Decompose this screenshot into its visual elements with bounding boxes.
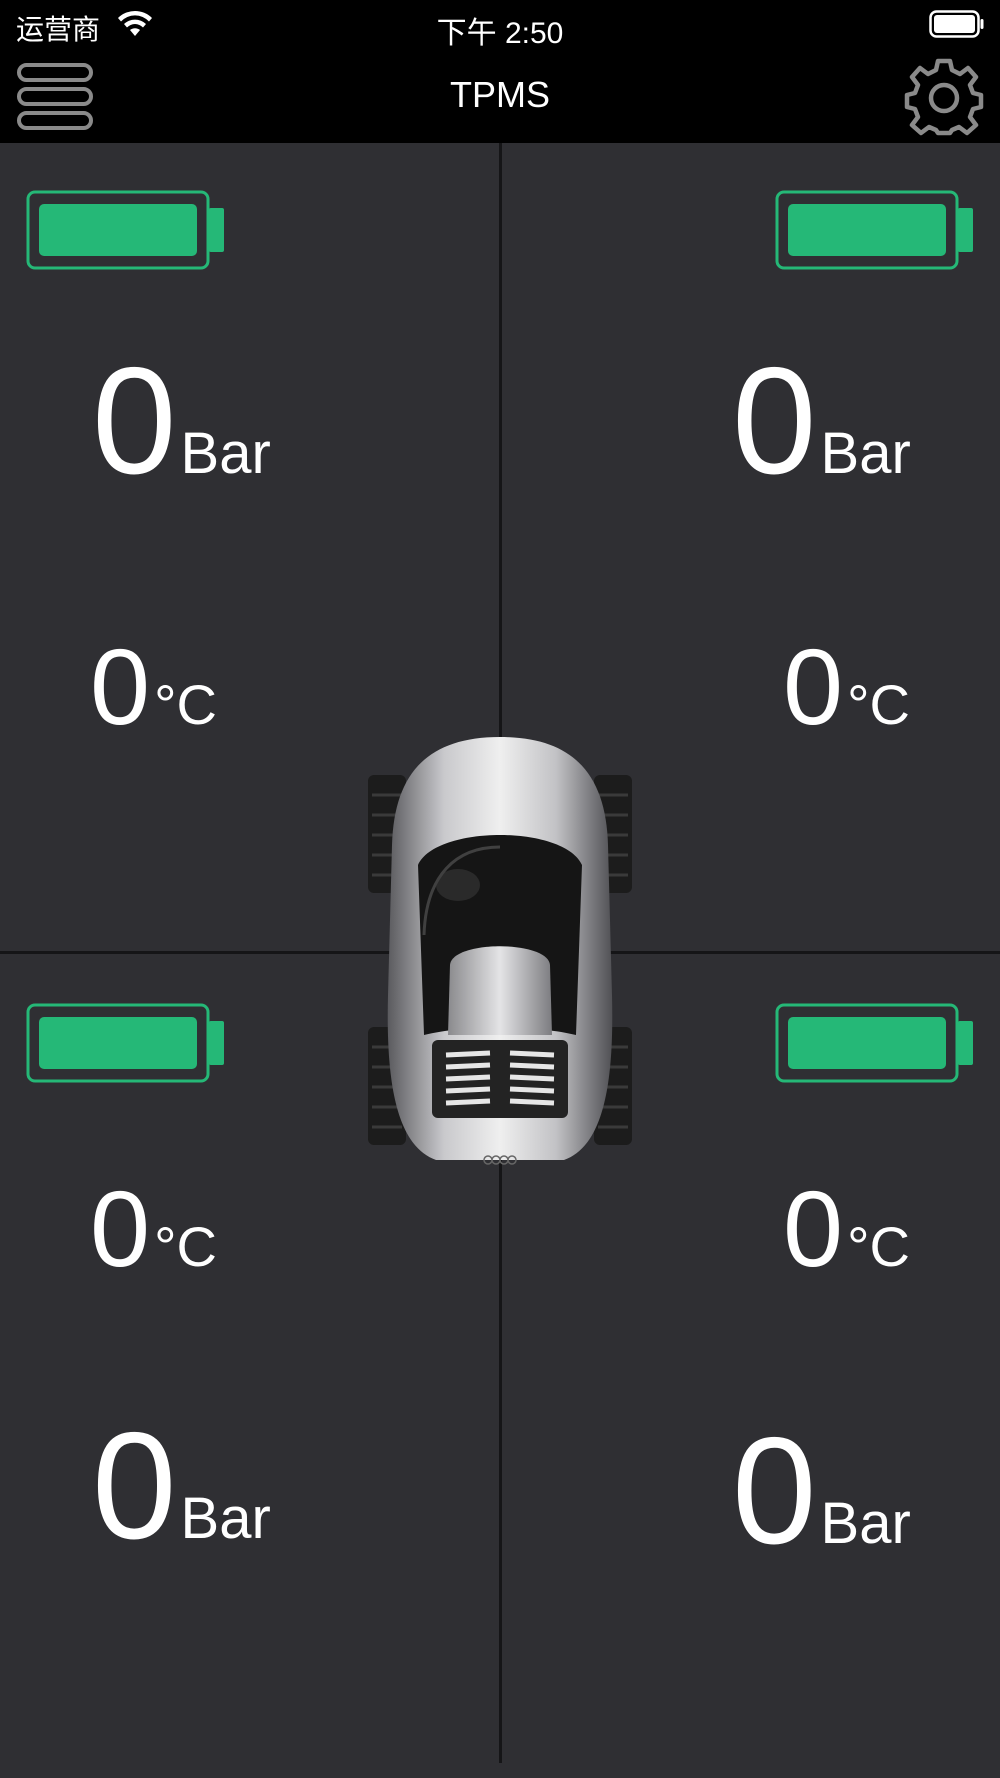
rear-left-pressure-unit: Bar <box>180 1486 271 1551</box>
rear-left-pressure: 0Bar <box>92 1410 271 1562</box>
rear-left-battery-icon <box>26 1003 224 1083</box>
rear-right-temperature: 0°C <box>783 1175 910 1283</box>
car-top-view-image <box>368 737 632 1165</box>
front-right-temperature-value: 0 <box>783 626 844 747</box>
rear-right-temperature-unit: °C <box>847 1215 910 1278</box>
rear-left-temperature: 0°C <box>90 1175 217 1283</box>
rear-left-temperature-value: 0 <box>90 1168 151 1289</box>
settings-button[interactable] <box>904 56 984 136</box>
rear-right-pressure-unit: Bar <box>820 1491 911 1556</box>
front-left-temperature: 0°C <box>90 633 217 741</box>
front-left-pressure-unit: Bar <box>180 421 271 486</box>
front-left-temperature-value: 0 <box>90 626 151 747</box>
front-right-pressure-value: 0 <box>732 336 817 506</box>
rear-left-temperature-unit: °C <box>154 1215 217 1278</box>
status-bar: 运营商 下午 2:50 <box>0 0 1000 50</box>
rear-right-pressure-value: 0 <box>732 1406 817 1576</box>
front-right-battery-icon <box>775 190 973 270</box>
status-battery-icon <box>929 10 984 38</box>
front-right-pressure-unit: Bar <box>820 421 911 486</box>
front-left-pressure-value: 0 <box>92 336 177 506</box>
status-clock: 下午 2:50 <box>436 17 564 50</box>
front-right-temperature-unit: °C <box>847 673 910 736</box>
rear-right-battery-icon <box>775 1003 973 1083</box>
front-left-temperature-unit: °C <box>154 673 217 736</box>
front-right-pressure: 0Bar <box>732 345 911 497</box>
front-right-temperature: 0°C <box>783 633 910 741</box>
navigation-bar: TPMS <box>0 50 1000 143</box>
front-left-pressure: 0Bar <box>92 345 271 497</box>
front-left-battery-icon <box>26 190 224 270</box>
rear-left-pressure-value: 0 <box>92 1401 177 1571</box>
rear-right-pressure: 0Bar <box>732 1415 911 1567</box>
rear-right-temperature-value: 0 <box>783 1168 844 1289</box>
page-title: TPMS <box>449 74 550 115</box>
gear-icon <box>904 58 984 136</box>
